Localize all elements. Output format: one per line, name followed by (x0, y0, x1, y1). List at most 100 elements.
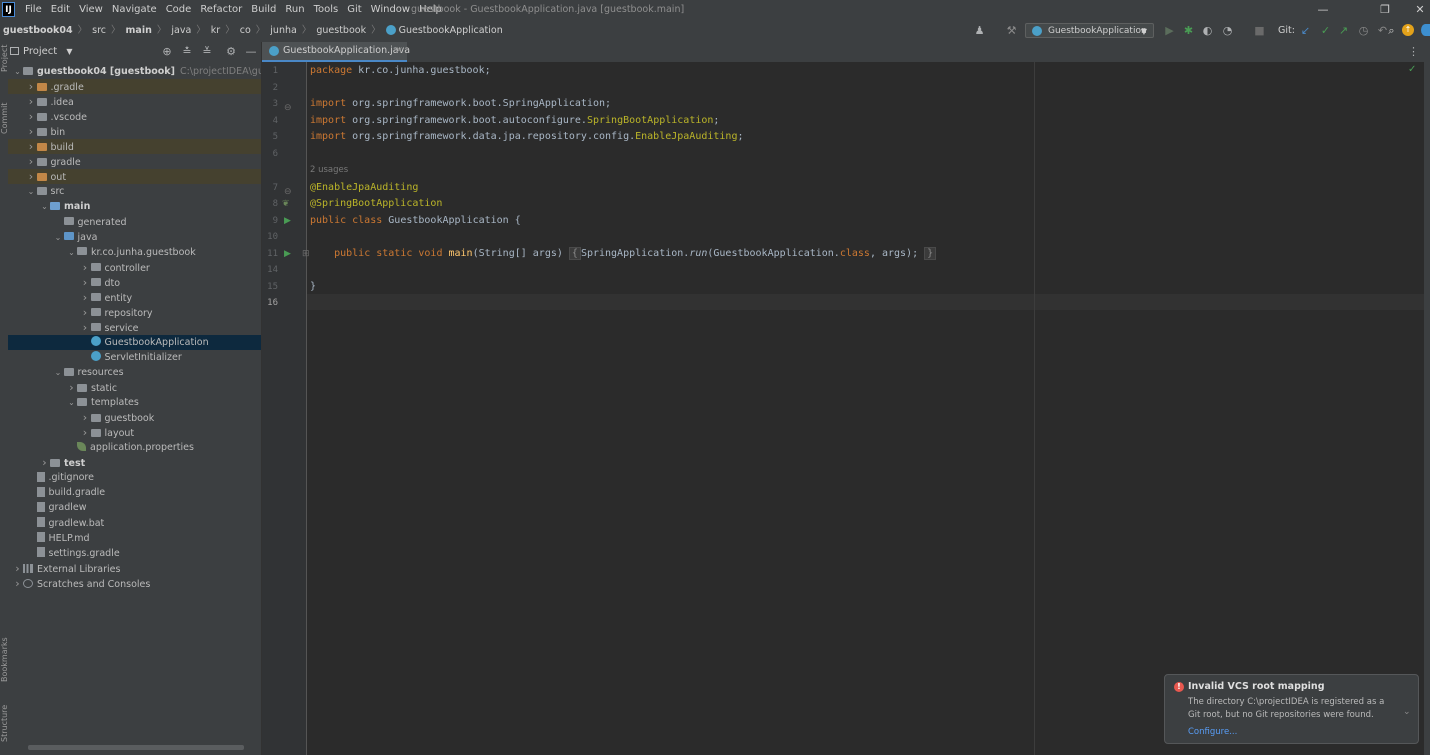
tab-guestbook-application[interactable]: GuestbookApplication.java ✕ (262, 42, 410, 62)
chevron-right-icon[interactable]: › (80, 260, 91, 275)
chevron-down-icon[interactable]: ⌄ (53, 230, 64, 245)
run-icon[interactable]: ▶ (1162, 23, 1177, 39)
tree-item[interactable]: › gradle (8, 154, 261, 169)
code-line[interactable]: @SpringBootApplication (310, 196, 442, 213)
menu-run[interactable]: Run (285, 0, 304, 20)
tree-item[interactable]: build.gradle (8, 485, 261, 500)
chevron-right-icon[interactable]: › (80, 320, 91, 335)
method-fold-icon[interactable]: ⊞ (302, 249, 310, 259)
menu-navigate[interactable]: Navigate (112, 0, 157, 20)
tree-item[interactable]: ⌄ templates (8, 395, 261, 410)
code-line[interactable]: } (310, 279, 316, 296)
tree-item[interactable]: › bin (8, 124, 261, 139)
ide-icon[interactable] (1421, 24, 1430, 36)
code-line[interactable]: @EnableJpaAuditing (310, 180, 418, 197)
code-line[interactable]: import org.springframework.boot.SpringAp… (310, 96, 611, 113)
chevron-down-icon[interactable]: ⌄ (53, 365, 64, 380)
tree-item[interactable]: ⌄ java (8, 230, 261, 245)
tree-item[interactable]: › service (8, 320, 261, 335)
profile-icon[interactable]: ◔ (1220, 23, 1235, 39)
code-line[interactable]: import org.springframework.data.jpa.repo… (310, 129, 744, 146)
tree-item[interactable]: › .vscode (8, 109, 261, 124)
menu-build[interactable]: Build (251, 0, 276, 20)
tree-item[interactable]: › static (8, 380, 261, 395)
chevron-right-icon[interactable]: › (26, 154, 37, 169)
breadcrumb-item[interactable]: guestbook (316, 20, 366, 42)
configure-link[interactable]: Configure... (1188, 727, 1237, 737)
breadcrumb-item[interactable]: junha (270, 20, 297, 42)
chevron-down-icon[interactable]: ⌄ (39, 199, 50, 214)
tree-item[interactable]: › External Libraries (8, 561, 261, 576)
code-line[interactable]: import org.springframework.boot.autoconf… (310, 113, 719, 130)
chevron-right-icon[interactable]: › (12, 561, 23, 576)
collapse-all-icon[interactable]: ≚ (200, 44, 214, 60)
chevron-right-icon[interactable]: › (12, 576, 23, 591)
tree-item[interactable]: › build (8, 139, 261, 155)
menu-window[interactable]: Window (371, 0, 410, 20)
user-icon[interactable]: ♟ (972, 23, 987, 39)
git-push-icon[interactable]: ↗ (1336, 23, 1351, 39)
tree-item[interactable]: ⌄ guestbook04 [guestbook] C:\projectIDEA\g… (8, 64, 261, 79)
menu-git[interactable]: Git (347, 0, 361, 20)
build-hammer-icon[interactable]: ⚒ (1004, 23, 1019, 39)
run-gutter-icon[interactable]: ▶ (284, 249, 291, 259)
locate-icon[interactable]: ⊕ (160, 44, 174, 60)
tree-item[interactable]: › entity (8, 290, 261, 305)
chevron-right-icon[interactable]: › (39, 455, 50, 470)
tree-item[interactable]: › controller (8, 260, 261, 275)
tree-item[interactable]: › guestbook (8, 410, 261, 425)
chevron-right-icon[interactable]: › (26, 124, 37, 139)
breadcrumb-item[interactable]: src (92, 20, 106, 42)
tree-item[interactable]: › dto (8, 275, 261, 290)
chevron-right-icon[interactable]: › (26, 94, 37, 109)
tree-item[interactable]: ⌄ resources (8, 365, 261, 380)
breadcrumb-item[interactable]: co (240, 20, 251, 42)
chevron-right-icon[interactable]: › (26, 109, 37, 124)
import-fold-icon[interactable]: ⊖ (284, 103, 292, 113)
history-icon[interactable]: ◷ (1356, 23, 1371, 39)
chevron-right-icon[interactable]: › (80, 305, 91, 320)
chevron-right-icon[interactable]: › (80, 410, 91, 425)
git-update-icon[interactable]: ↙ (1298, 23, 1313, 39)
tree-item[interactable]: settings.gradle (8, 546, 261, 561)
breadcrumb-item[interactable]: main (126, 20, 152, 42)
tree-item[interactable]: gradlew (8, 500, 261, 515)
search-icon[interactable]: ⌕ (1384, 23, 1399, 39)
chevron-down-icon[interactable]: ⌄ (1403, 707, 1411, 717)
project-panel-title[interactable]: Project ▼ (23, 42, 73, 62)
vcs-notification-balloon[interactable]: ! Invalid VCS root mapping The directory… (1164, 674, 1419, 744)
close-icon[interactable]: ✕ (1400, 0, 1430, 20)
run-configuration-select[interactable]: GuestbookApplication ▼ (1025, 23, 1154, 38)
tree-item[interactable]: HELP.md (8, 531, 261, 546)
chevron-right-icon[interactable]: › (66, 380, 77, 395)
restore-icon[interactable]: ❐ (1365, 0, 1405, 20)
menu-code[interactable]: Code (166, 0, 192, 20)
usages-hint[interactable]: 2 usages (310, 165, 348, 175)
spring-bean-icon[interactable]: ❦ (282, 199, 290, 209)
minimize-icon[interactable]: — (1303, 0, 1343, 20)
stop-icon[interactable]: ■ (1252, 23, 1267, 39)
breadcrumb-item[interactable]: guestbook04 (3, 20, 73, 42)
menu-tools[interactable]: Tools (314, 0, 339, 20)
chevron-down-icon[interactable]: ⌄ (26, 184, 37, 199)
chevron-right-icon[interactable]: › (26, 139, 37, 154)
breadcrumb-item[interactable]: kr (211, 20, 220, 42)
breadcrumb-item[interactable]: GuestbookApplication (399, 20, 503, 42)
annotation-fold-icon[interactable]: ⊖ (284, 187, 292, 197)
tree-item[interactable]: generated (8, 215, 261, 230)
coverage-icon[interactable]: ◐ (1200, 23, 1215, 39)
chevron-right-icon[interactable]: › (26, 169, 37, 184)
chevron-right-icon[interactable]: › (80, 290, 91, 305)
gear-icon[interactable]: ⚙ (224, 44, 238, 60)
tree-item[interactable]: ServletInitializer (8, 350, 261, 365)
tree-item[interactable]: ⌄ src (8, 184, 261, 199)
breadcrumb-item[interactable]: java (171, 20, 191, 42)
update-icon[interactable]: ↑ (1402, 24, 1414, 36)
debug-icon[interactable]: ✱ (1181, 23, 1196, 39)
tree-item[interactable]: › Scratches and Consoles (8, 576, 261, 591)
menu-view[interactable]: View (79, 0, 103, 20)
horizontal-scrollbar[interactable] (28, 745, 244, 750)
chevron-down-icon[interactable]: ⌄ (12, 64, 23, 79)
chevron-right-icon[interactable]: › (26, 79, 37, 94)
chevron-down-icon[interactable]: ⌄ (66, 395, 77, 410)
